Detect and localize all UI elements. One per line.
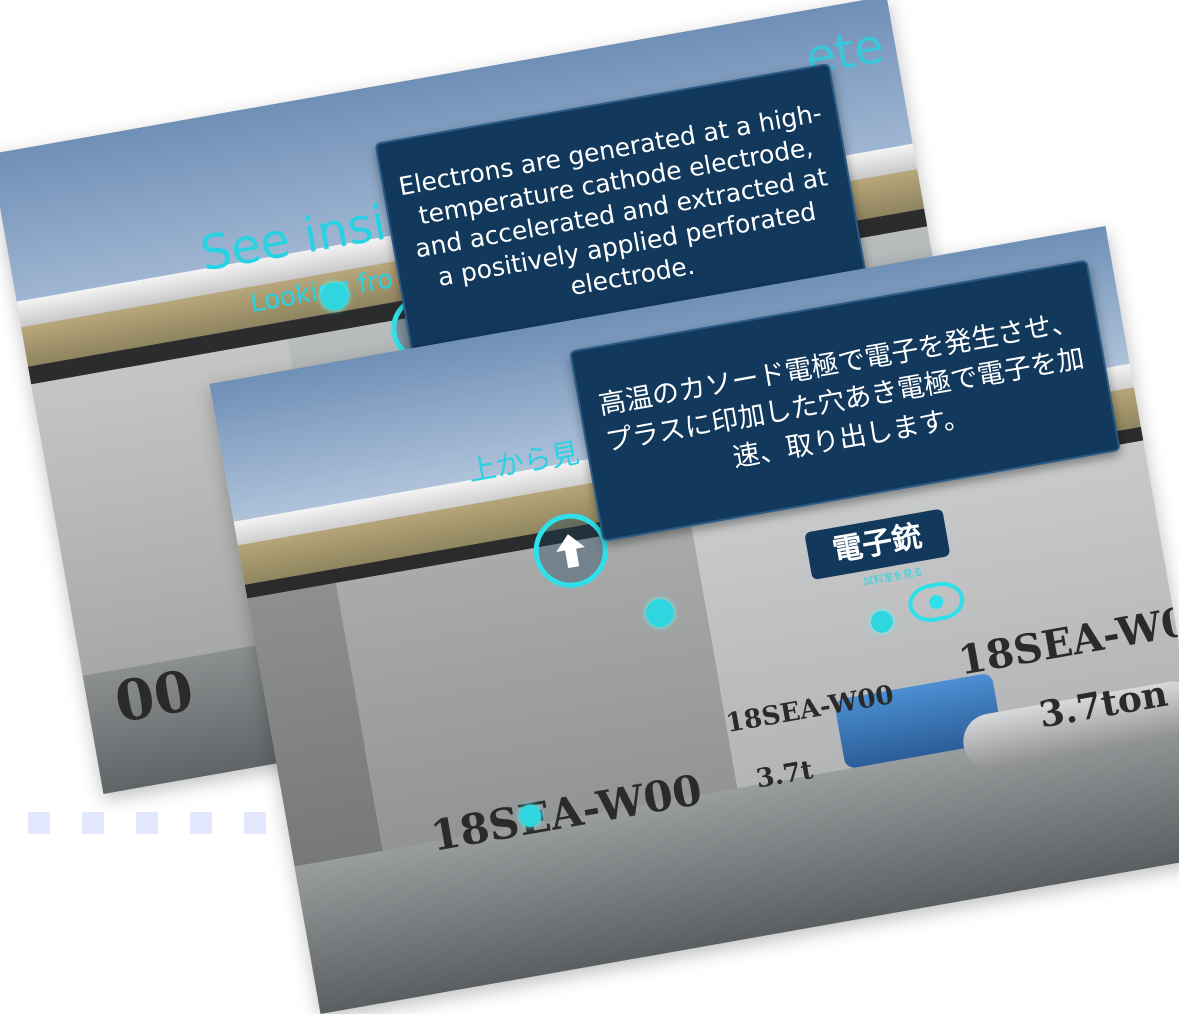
deco-square [82, 812, 104, 834]
component-label-text: 電子銃 [829, 518, 925, 569]
deco-square [136, 812, 158, 834]
deco-square [244, 812, 266, 834]
deco-square [28, 812, 50, 834]
wall-stencil: 00 [110, 657, 199, 737]
deco-square [190, 812, 212, 834]
up-arrow-icon [556, 534, 585, 569]
